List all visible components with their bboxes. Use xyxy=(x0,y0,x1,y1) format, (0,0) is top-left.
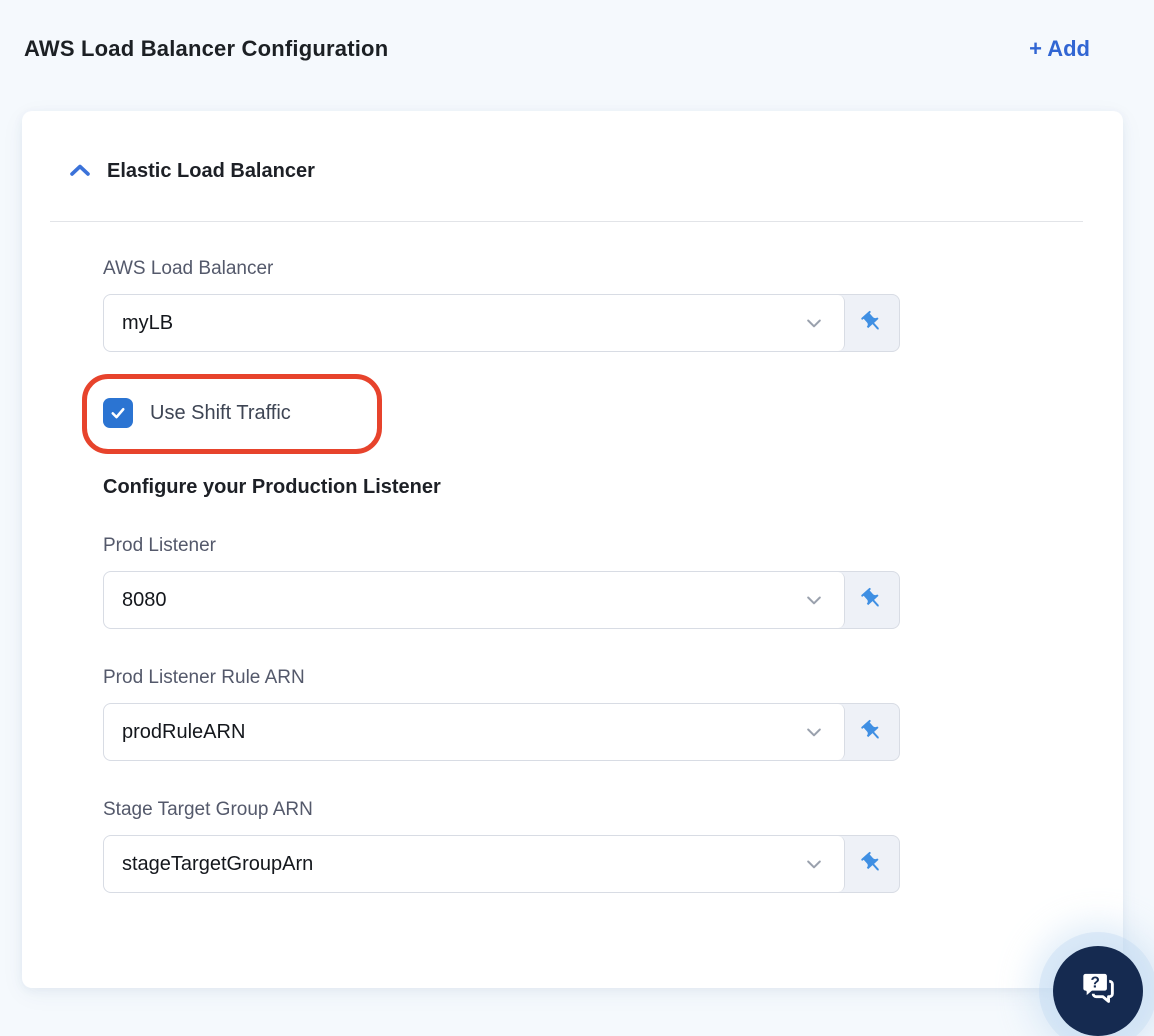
field-group-prod-listener: 8080 xyxy=(103,571,900,629)
help-chat-button[interactable]: ? xyxy=(1053,946,1143,1036)
elb-form: AWS Load Balancer myLB Use Shift Traffic xyxy=(82,222,900,893)
add-button[interactable]: + Add xyxy=(1029,36,1090,62)
field-group-stage-target-group-arn: stageTargetGroupArn xyxy=(103,835,900,893)
pushpin-icon xyxy=(860,851,884,878)
page-title: AWS Load Balancer Configuration xyxy=(24,36,389,61)
chevron-down-icon[interactable] xyxy=(804,854,824,874)
section-header-elastic-load-balancer[interactable]: Elastic Load Balancer xyxy=(68,159,1123,183)
aws-load-balancer-value: myLB xyxy=(122,311,174,334)
field-label-prod-listener-rule-arn: Prod Listener Rule ARN xyxy=(103,667,305,688)
svg-text:?: ? xyxy=(1090,974,1099,991)
use-shift-traffic-checkbox[interactable] xyxy=(103,398,133,428)
field-group-prod-listener-rule-arn: prodRuleARN xyxy=(103,703,900,761)
use-shift-traffic-label[interactable]: Use Shift Traffic xyxy=(150,402,291,425)
checkmark-icon xyxy=(111,407,125,419)
pin-button[interactable] xyxy=(845,295,899,351)
field-group-aws-load-balancer: myLB xyxy=(103,294,900,352)
use-shift-traffic-row: Use Shift Traffic xyxy=(82,374,382,454)
section-title: Elastic Load Balancer xyxy=(107,159,315,182)
stage-target-group-arn-select[interactable]: stageTargetGroupArn xyxy=(104,836,845,892)
pushpin-icon xyxy=(860,310,884,337)
stage-target-group-arn-value: stageTargetGroupArn xyxy=(122,852,314,875)
pushpin-icon xyxy=(860,587,884,614)
field-label-stage-target-group-arn: Stage Target Group ARN xyxy=(103,799,313,820)
chevron-up-icon[interactable] xyxy=(68,159,92,183)
chat-help-icon: ? xyxy=(1075,969,1121,1014)
prod-listener-rule-arn-select[interactable]: prodRuleARN xyxy=(104,704,845,760)
production-listener-heading: Configure your Production Listener xyxy=(103,476,441,498)
chevron-down-icon[interactable] xyxy=(804,722,824,742)
chevron-down-icon[interactable] xyxy=(804,590,824,610)
pushpin-icon xyxy=(860,719,884,746)
field-label-prod-listener: Prod Listener xyxy=(103,535,217,556)
field-label-aws-load-balancer: AWS Load Balancer xyxy=(103,258,274,279)
prod-listener-rule-arn-value: prodRuleARN xyxy=(122,720,246,743)
aws-load-balancer-select[interactable]: myLB xyxy=(104,295,845,351)
chevron-down-icon[interactable] xyxy=(804,313,824,333)
topbar: AWS Load Balancer Configuration + Add xyxy=(0,0,1154,62)
prod-listener-value: 8080 xyxy=(122,588,167,611)
pin-button[interactable] xyxy=(845,836,899,892)
load-balancer-card: Elastic Load Balancer AWS Load Balancer … xyxy=(22,111,1123,988)
pin-button[interactable] xyxy=(845,572,899,628)
prod-listener-select[interactable]: 8080 xyxy=(104,572,845,628)
pin-button[interactable] xyxy=(845,704,899,760)
